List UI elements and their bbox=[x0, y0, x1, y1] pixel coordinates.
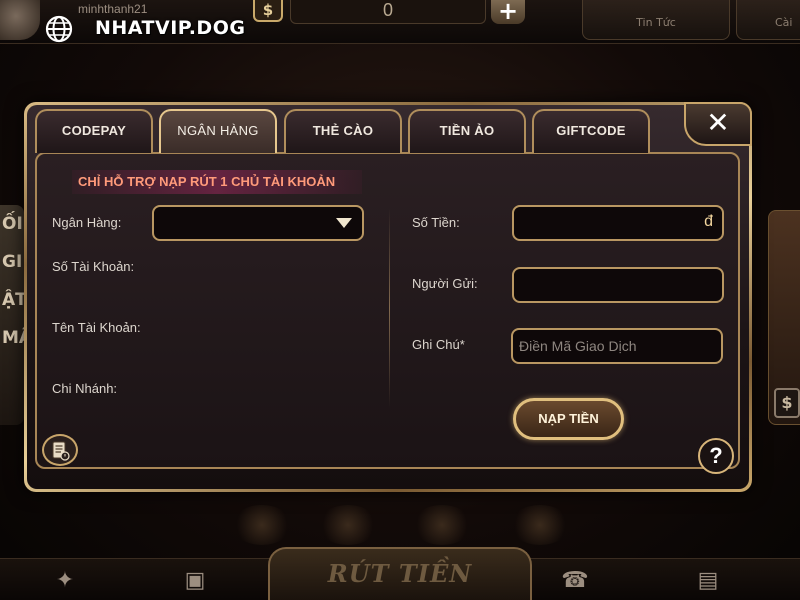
sender-input[interactable] bbox=[512, 267, 724, 303]
globe-icon bbox=[45, 15, 73, 43]
help-button[interactable]: ? bbox=[698, 438, 734, 474]
add-funds-button[interactable]: + bbox=[491, 0, 525, 24]
close-button[interactable]: ✕ bbox=[684, 102, 752, 146]
branch-label: Chi Nhánh: bbox=[52, 381, 118, 396]
tab-crypto[interactable]: TIỀN ẢO bbox=[408, 109, 526, 153]
decor-ornament bbox=[318, 505, 378, 545]
avatar[interactable] bbox=[0, 0, 40, 40]
bank-label: Ngân Hàng: bbox=[52, 215, 122, 230]
promo-card-left[interactable]: ỐI GI ẬT MÃ bbox=[0, 205, 24, 425]
history-button[interactable] bbox=[42, 434, 78, 466]
tab-bank[interactable]: NGÂN HÀNG bbox=[159, 109, 277, 153]
tab-card[interactable]: THẺ CÀO bbox=[284, 109, 402, 153]
settings-button[interactable]: Cài bbox=[736, 0, 800, 40]
tab-giftcode[interactable]: GIFTCODE bbox=[532, 109, 650, 153]
username: minhthanh21 bbox=[78, 2, 148, 16]
note-label: Ghi Chú* bbox=[412, 337, 465, 352]
amount-input[interactable]: đ bbox=[512, 205, 724, 241]
party-popper-icon[interactable]: ✦ bbox=[50, 566, 80, 596]
decor-ornament bbox=[232, 505, 292, 545]
withdraw-main-button[interactable]: RÚT TIỀN bbox=[268, 547, 532, 600]
currency-symbol: đ bbox=[704, 213, 713, 230]
sender-label: Người Gửi: bbox=[412, 276, 478, 291]
deposit-button[interactable]: NẠP TIỀN bbox=[513, 398, 624, 440]
decor-ornament bbox=[412, 505, 472, 545]
card-icon[interactable]: ▣ bbox=[180, 566, 210, 596]
coin-icon: $ bbox=[253, 0, 283, 22]
chat-icon[interactable]: ▤ bbox=[693, 566, 723, 596]
tab-codepay[interactable]: CODEPAY bbox=[35, 109, 153, 153]
bank-select[interactable] bbox=[152, 205, 364, 241]
column-divider bbox=[389, 208, 390, 408]
tab-content-panel bbox=[35, 152, 740, 469]
account-number-label: Số Tài Khoản: bbox=[52, 259, 135, 274]
amount-label: Số Tiền: bbox=[412, 215, 460, 230]
chevron-down-icon bbox=[336, 218, 352, 228]
note-input[interactable]: Điền Mã Giao Dịch bbox=[511, 328, 723, 364]
coin-icon-right: $ bbox=[774, 388, 800, 418]
receipt-icon bbox=[52, 441, 70, 461]
balance-display: 0 bbox=[290, 0, 486, 24]
account-name-label: Tên Tài Khoản: bbox=[52, 320, 141, 335]
notice-banner: CHỈ HỖ TRỢ NẠP RÚT 1 CHỦ TÀI KHOẢN bbox=[72, 170, 362, 194]
decor-ornament bbox=[510, 505, 570, 545]
news-button[interactable]: Tin Tức bbox=[582, 0, 730, 40]
watermark-text: NHATVIP.DOG bbox=[95, 17, 246, 39]
phone-icon[interactable]: ☎ bbox=[560, 566, 590, 596]
promo-card-text: ỐI GI ẬT MÃ bbox=[2, 214, 24, 348]
